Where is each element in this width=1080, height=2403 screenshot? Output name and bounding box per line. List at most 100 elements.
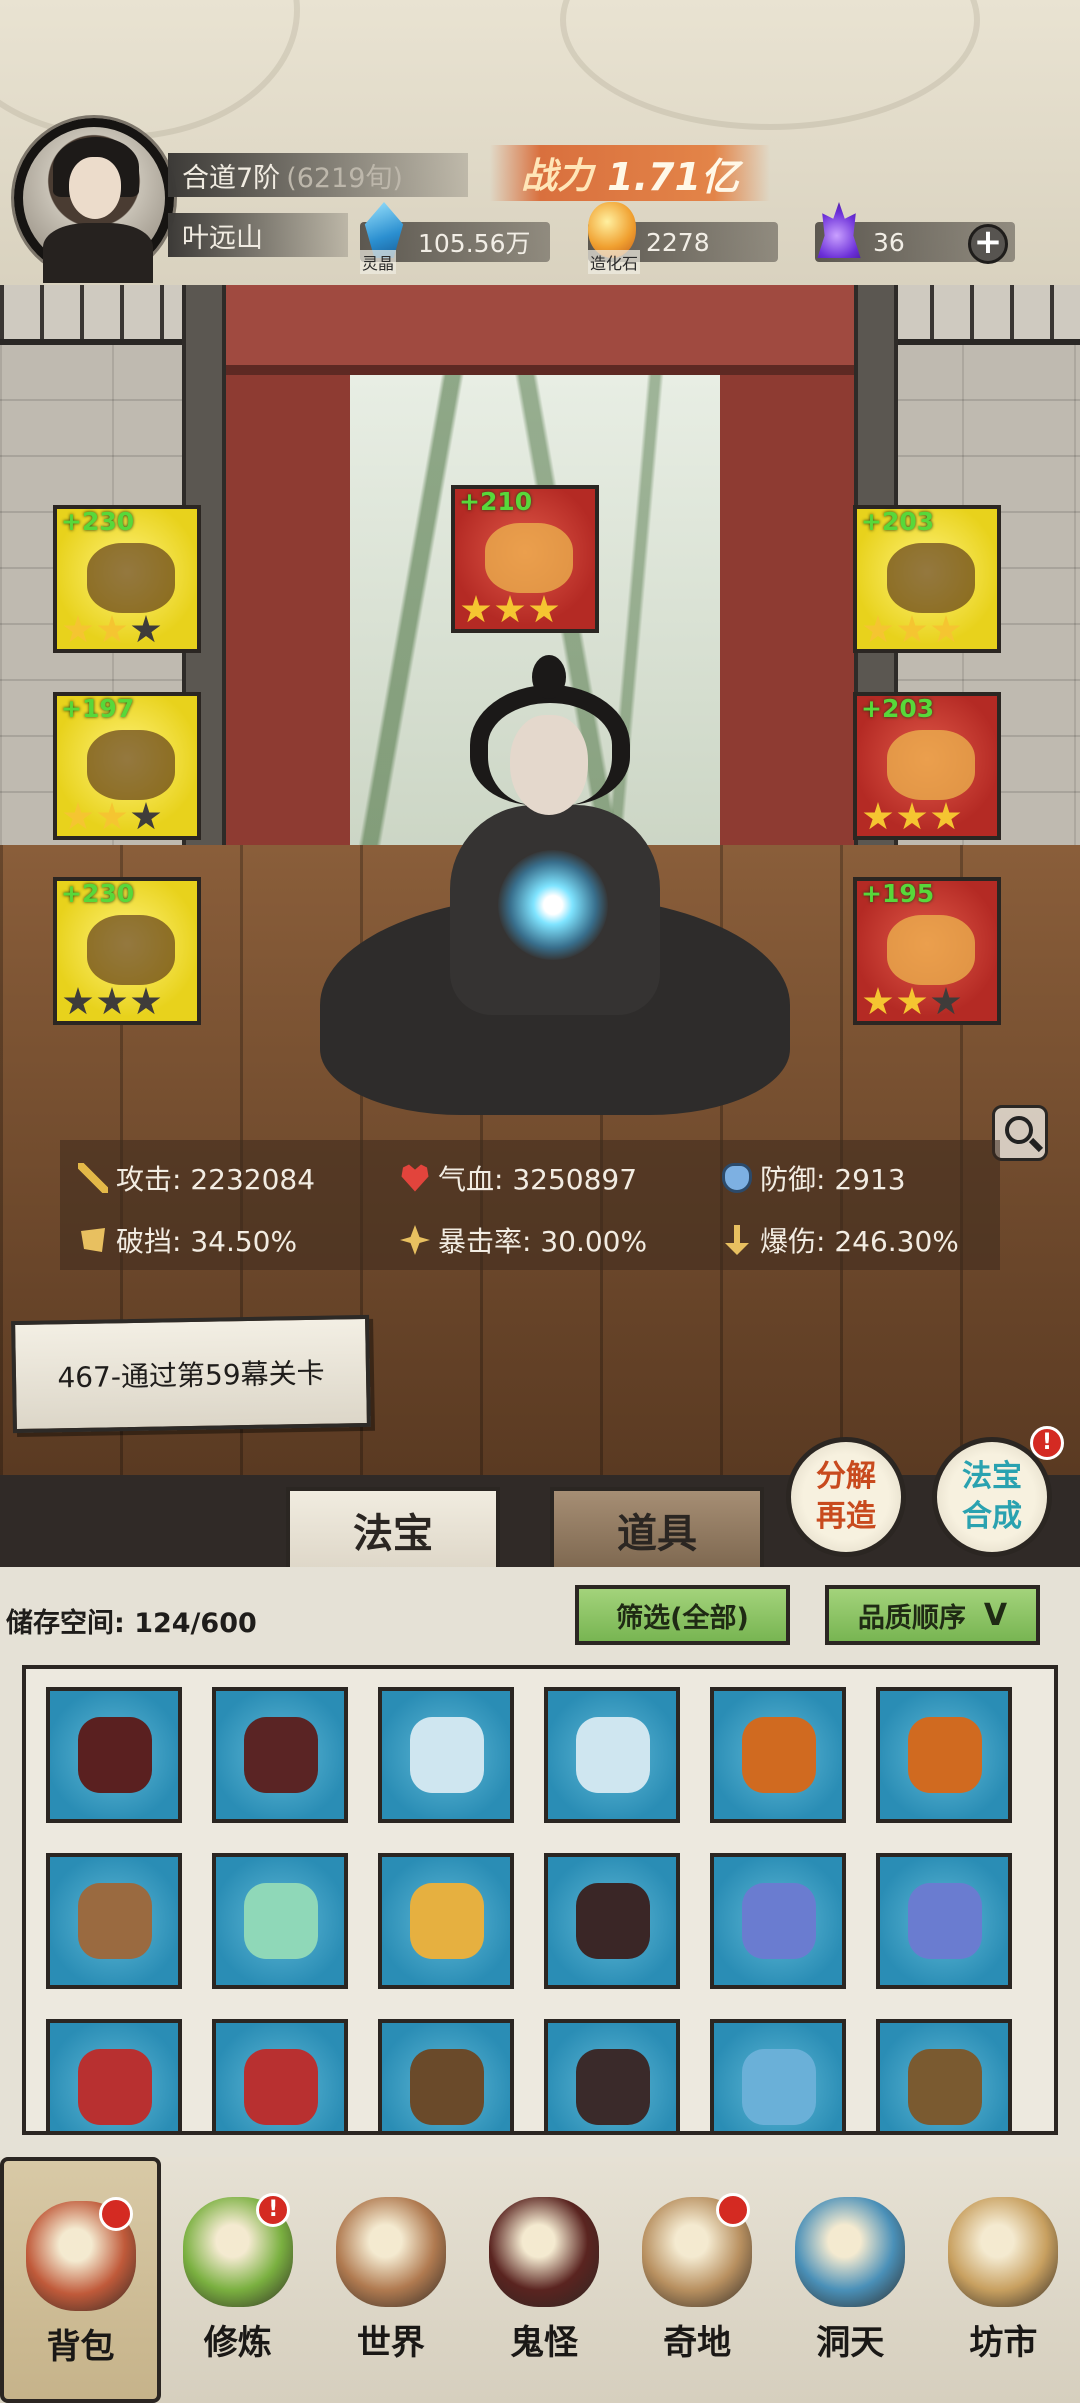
- sword-icon: [78, 1163, 108, 1193]
- crimson-gauntlet-icon: [576, 2049, 650, 2125]
- nav-item-market-stall[interactable]: 坊市: [927, 2157, 1080, 2403]
- inventory-item[interactable]: [710, 2019, 846, 2131]
- inventory-item[interactable]: [46, 2019, 182, 2131]
- star-icon: [97, 802, 127, 830]
- stat-break-block: 破挡: 34.50%: [78, 1220, 297, 1260]
- inventory-item[interactable]: [710, 1687, 846, 1823]
- equip-slot-boots[interactable]: +230: [53, 877, 201, 1025]
- ice-sword-icon: [576, 1717, 650, 1793]
- jade-mirror-icon: [244, 1883, 318, 1959]
- add-currency-button[interactable]: +: [968, 224, 1008, 264]
- demon-mask-icon: [244, 2049, 318, 2125]
- magnify-icon[interactable]: [992, 1105, 1048, 1161]
- flame-axe-icon: [908, 1717, 982, 1793]
- equip-slot-headband[interactable]: +203: [853, 505, 1001, 653]
- inventory-item[interactable]: [876, 1687, 1012, 1823]
- leather-armor-icon: [410, 2049, 484, 2125]
- meditating-cultivator[interactable]: [320, 655, 790, 1155]
- break-icon: [81, 1228, 105, 1252]
- equip-slot-crown[interactable]: +210: [451, 485, 599, 633]
- tab-treasure[interactable]: 法宝: [286, 1487, 500, 1569]
- market-stall-icon: [948, 2197, 1059, 2307]
- equip-slot-ring[interactable]: +195: [853, 877, 1001, 1025]
- filter-button[interactable]: 筛选(全部): [575, 1585, 790, 1645]
- blue-fish-icon: [908, 1883, 982, 1959]
- nav-item-lotus[interactable]: 修炼!: [161, 2157, 314, 2403]
- combat-power-label: 战力: [521, 156, 594, 197]
- creation-stone-resource[interactable]: 造化石 2278: [588, 202, 778, 274]
- equip-slot-robe[interactable]: +197: [53, 692, 201, 840]
- door-beam: [226, 285, 854, 375]
- shield-icon: [722, 1163, 752, 1193]
- stats-panel: 攻击: 2232084 气血: 3250897 防御: 2913 破挡: 34.…: [60, 1140, 1000, 1270]
- nav-item-bag[interactable]: 背包: [0, 2157, 162, 2403]
- star-icon: [863, 615, 893, 643]
- inventory-item[interactable]: [212, 2019, 348, 2131]
- scrollbar[interactable]: [1056, 1687, 1058, 2117]
- inventory-item[interactable]: [544, 1853, 680, 1989]
- star-icon: [529, 595, 559, 623]
- inventory-item[interactable]: [876, 1853, 1012, 1989]
- inventory-item[interactable]: [544, 1687, 680, 1823]
- nav-item-portal[interactable]: 洞天: [774, 2157, 927, 2403]
- nav-label: 洞天: [816, 2323, 885, 2363]
- inventory-item[interactable]: [212, 1687, 348, 1823]
- dark-robe-icon: [87, 730, 175, 800]
- cloud-swirl-decoration: [0, 0, 300, 140]
- nav-label: 世界: [356, 2323, 425, 2363]
- jade-necklace-icon: [887, 730, 975, 800]
- stat-hp: 气血: 3250897: [400, 1158, 637, 1198]
- top-header: 合道7阶 (6219旬) 叶远山 战力 1.71亿 灵晶 105.56万 造化石…: [0, 0, 1080, 285]
- spirit-crystal-resource[interactable]: 灵晶 105.56万: [360, 202, 550, 274]
- inventory-item[interactable]: [544, 2019, 680, 2131]
- stat-crit-damage: 爆伤: 246.30%: [722, 1220, 959, 1260]
- notification-badge: !: [1030, 1426, 1064, 1460]
- star-icon: [131, 802, 161, 830]
- tab-items[interactable]: 道具: [550, 1487, 764, 1569]
- star-icon: [97, 615, 127, 643]
- inventory-item[interactable]: [710, 1853, 846, 1989]
- stat-attack-text: 攻击: 2232084: [116, 1163, 316, 1196]
- inventory-item[interactable]: [212, 1853, 348, 1989]
- star-icon: [461, 595, 491, 623]
- inventory-item[interactable]: [876, 2019, 1012, 2131]
- character-scene: +230 +210 +203 +197 +203 +230 +195: [0, 285, 1080, 1475]
- inventory-item[interactable]: [46, 1853, 182, 1989]
- nav-item-demon-egg[interactable]: 鬼怪: [467, 2157, 620, 2403]
- golden-dragon-icon: [485, 523, 573, 593]
- tabs-bar: [0, 1475, 1080, 1567]
- scroll-map-icon: [335, 2197, 446, 2307]
- sort-dropdown[interactable]: 品质顺序 V: [825, 1585, 1040, 1645]
- star-icon: [97, 987, 127, 1015]
- portal-icon: [795, 2197, 906, 2307]
- star-icon: [931, 615, 961, 643]
- nav-item-scroll-map[interactable]: 世界: [314, 2157, 467, 2403]
- notification-badge: [715, 2193, 750, 2227]
- star-rating: [63, 802, 161, 832]
- combat-power: 战力 1.71亿: [490, 145, 770, 201]
- notification-badge: [99, 2197, 134, 2231]
- bronze-staff-icon: [78, 1883, 152, 1959]
- inventory-item[interactable]: [378, 1853, 514, 1989]
- decompose-rebuild-button[interactable]: 分解 再造: [786, 1437, 906, 1557]
- nav-item-pagoda[interactable]: 奇地: [621, 2157, 774, 2403]
- stat-attack: 攻击: 2232084: [78, 1158, 315, 1198]
- inventory-item[interactable]: [378, 2019, 514, 2131]
- player-avatar[interactable]: [14, 118, 174, 283]
- stat-crit-rate: 暴击率: 30.00%: [400, 1220, 647, 1260]
- creation-stone-caption: 造化石: [588, 250, 641, 274]
- star-icon: [63, 615, 93, 643]
- equip-slot-weapon[interactable]: +230: [53, 505, 201, 653]
- wooden-horn-icon: [908, 2049, 982, 2125]
- quest-scroll[interactable]: 467-通过第59幕关卡: [11, 1314, 371, 1434]
- star-rating: [461, 595, 559, 625]
- blue-fish-icon: [742, 1883, 816, 1959]
- equip-bonus: +203: [861, 507, 935, 536]
- storage-capacity: 储存空间: 124/600: [6, 1608, 257, 1639]
- star-icon: [131, 615, 161, 643]
- cloud-swirl-decoration: [560, 0, 980, 130]
- inventory-item[interactable]: [46, 1687, 182, 1823]
- stat-hp-text: 气血: 3250897: [438, 1163, 638, 1196]
- inventory-item[interactable]: [378, 1687, 514, 1823]
- equip-slot-necklace[interactable]: +203: [853, 692, 1001, 840]
